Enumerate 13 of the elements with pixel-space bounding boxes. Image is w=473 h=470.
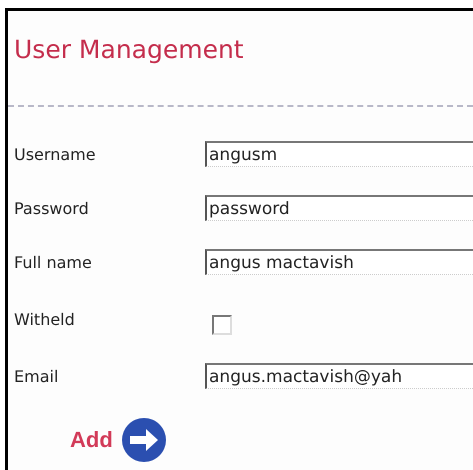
- field-label: Full name: [14, 252, 93, 272]
- page-title: User Management: [14, 35, 245, 65]
- add-link[interactable]: Add: [70, 427, 113, 453]
- arrow-right-icon[interactable]: [120, 417, 167, 463]
- field-label: Username: [14, 144, 97, 164]
- field-label: Witheld: [14, 310, 76, 328]
- input-field[interactable]: angusm: [205, 141, 473, 167]
- checkbox[interactable]: [212, 315, 232, 335]
- input-field[interactable]: angus.mactavish@yah: [205, 363, 473, 389]
- field-label: Email: [14, 366, 60, 386]
- field-label: Password: [14, 198, 90, 218]
- input-field[interactable]: password: [205, 195, 473, 221]
- input-field[interactable]: angus mactavish: [205, 249, 473, 275]
